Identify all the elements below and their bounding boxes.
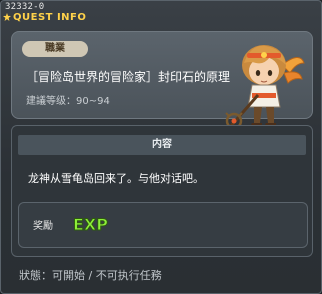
quest-header-panel: 職業 ［冒险岛世界的冒险家］封印石的原理 建議等级：90~94 — [11, 31, 313, 130]
title-bar[interactable]: QUEST INFO — [1, 12, 321, 26]
recommended-level: 建議等级：90~94 — [26, 96, 110, 107]
job-badge: 職業 — [22, 41, 88, 57]
reward-label: 奖勵 — [33, 221, 53, 232]
quest-status: 狀態：可開始 / 不可执行任務 — [19, 269, 162, 282]
quest-title: ［冒险岛世界的冒险家］封印石的原理 — [26, 70, 231, 84]
quest-description: 龙神从雪龟岛回来了。与他对话吧。 — [28, 172, 204, 185]
quest-info-window: 32332-0 QUEST INFO 職業 ［冒险岛世界的冒险家］封印石的原理 … — [0, 0, 322, 294]
quest-id: 32332-0 — [5, 2, 45, 12]
star-icon — [3, 13, 11, 21]
window-title: QUEST INFO — [13, 12, 87, 23]
content-header: 内容 — [18, 135, 306, 155]
reward-box: 奖勵 EXP — [18, 202, 308, 248]
quest-body-panel: 内容 龙神从雪龟岛回来了。与他对话吧。 奖勵 EXP — [11, 125, 313, 257]
npc-character-portrait — [225, 45, 305, 130]
exp-text: EXP — [73, 215, 108, 234]
exp-reward-icon: EXP — [73, 215, 109, 235]
